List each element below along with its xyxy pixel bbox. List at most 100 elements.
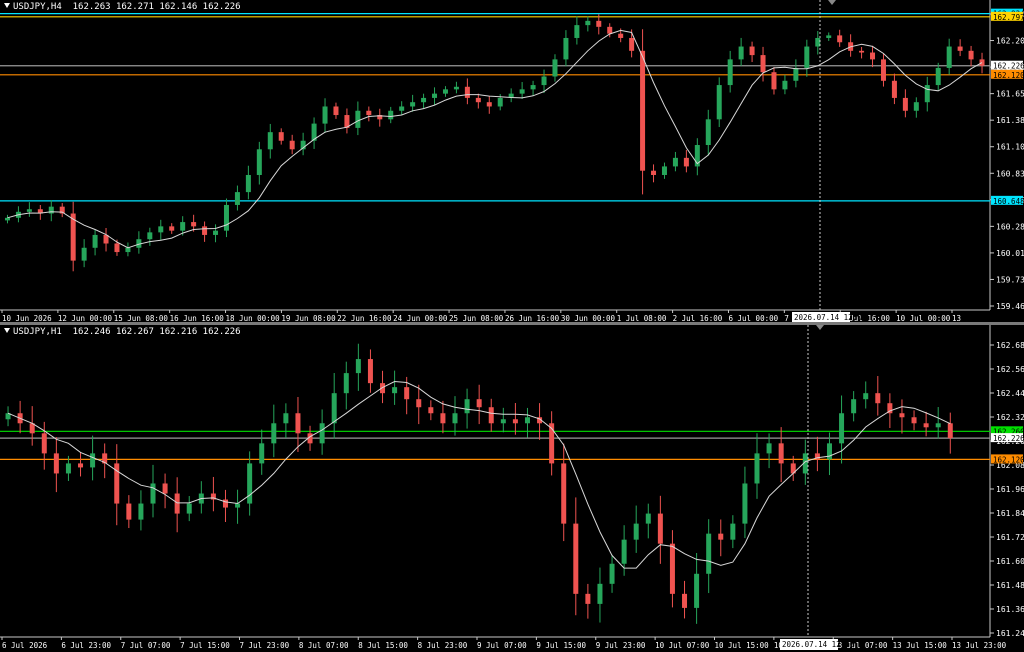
candle-body: [158, 226, 164, 233]
time-tick-label: 30 Jun 00:00: [561, 314, 616, 322]
candle-body: [957, 46, 963, 51]
candle-body: [793, 67, 799, 81]
candle-body: [574, 25, 580, 38]
candle-body: [114, 243, 120, 253]
level-price-label: 162.120: [993, 71, 1024, 80]
time-tick-label: 7 Jul 23:00: [240, 641, 290, 650]
candle-body: [742, 483, 748, 524]
dropdown-triangle-icon[interactable]: [4, 328, 10, 333]
price-tick-label: 160.010: [996, 249, 1024, 258]
candle-body: [621, 539, 627, 564]
price-tick-label: 160.830: [996, 169, 1024, 178]
candle-body: [453, 86, 459, 90]
time-tick-label: 7 Jul 07:00: [121, 641, 171, 650]
candle-body: [497, 97, 503, 107]
candle-body: [859, 50, 865, 53]
candle-body: [935, 67, 941, 86]
h1-chart[interactable]: 162.680162.560162.440162.320162.200162.0…: [0, 325, 1024, 652]
candle-body: [388, 110, 394, 120]
scroll-marker-icon: [816, 325, 824, 330]
candle-body: [186, 503, 192, 514]
cursor-time-label: 2026.07.14 12:00: [782, 640, 855, 649]
h4-symbol: USDJPY,H4: [13, 2, 62, 12]
candle-body: [295, 413, 301, 434]
candle-body: [267, 132, 273, 150]
candle-body: [541, 76, 547, 86]
candle-body: [289, 140, 295, 150]
candle-body: [629, 37, 635, 51]
candle-body: [519, 89, 525, 94]
candle-body: [428, 407, 434, 414]
time-tick-label: 10 Jul 00:00: [896, 314, 951, 322]
scroll-marker-icon: [828, 0, 836, 5]
candle-body: [92, 234, 98, 248]
candle-body: [213, 230, 219, 235]
candle-body: [486, 102, 492, 107]
candle-body: [256, 149, 262, 175]
h1-chart-panel[interactable]: 162.680162.560162.440162.320162.200162.0…: [0, 325, 1024, 652]
time-tick-label: 19 Jun 08:00: [281, 314, 336, 322]
price-tick-label: 161.240: [996, 629, 1024, 638]
time-tick-label: 6 Jul 00:00: [728, 314, 778, 322]
candle-body: [271, 423, 277, 444]
candle-body: [706, 533, 712, 574]
candle-body: [4, 217, 10, 221]
price-tick-label: 162.440: [996, 389, 1024, 398]
candle-body: [234, 192, 240, 205]
h1-chart-title: USDJPY,H1 162.246 162.267 162.216 162.22…: [4, 327, 241, 337]
candle-body: [202, 226, 208, 235]
time-tick-label: 7 Jul 15:00: [180, 641, 230, 650]
candle-body: [150, 483, 156, 504]
candle-body: [247, 463, 253, 504]
candle-body: [65, 463, 71, 474]
candle-body: [223, 204, 229, 231]
time-tick-label: 1 Jul 08:00: [617, 314, 667, 322]
candle-body: [26, 209, 32, 212]
h4-chart-panel[interactable]: 162.480162.205161.930161.655161.380161.1…: [0, 0, 1024, 322]
h1-ohlc: 162.246 162.267 162.216 162.226: [72, 327, 241, 337]
candle-body: [399, 106, 405, 111]
candle-body: [899, 413, 905, 418]
candle-body: [979, 59, 985, 66]
time-tick-label: 13 Jul 23:00: [952, 641, 1007, 650]
candle-body: [596, 20, 602, 27]
price-tick-label: 161.655: [996, 90, 1024, 99]
candle-body: [442, 89, 448, 94]
candle-body: [913, 102, 919, 111]
time-tick-label: 8 Jul 15:00: [358, 641, 408, 650]
h4-chart[interactable]: 162.480162.205161.930161.655161.380161.1…: [0, 0, 1024, 322]
price-tick-label: 161.480: [996, 581, 1024, 590]
candle-body: [782, 80, 788, 90]
candle-body: [524, 417, 530, 424]
time-tick-label: 6 Jul 23:00: [61, 641, 111, 650]
price-tick-label: 161.960: [996, 485, 1024, 494]
candle-body: [162, 483, 168, 494]
candle-body: [946, 46, 952, 68]
candle-body: [322, 106, 328, 124]
candle-body: [609, 563, 615, 584]
candle-body: [138, 503, 144, 520]
price-tick-label: 160.285: [996, 222, 1024, 231]
price-tick-label: 159.735: [996, 275, 1024, 284]
candle-body: [366, 110, 372, 116]
candle-body: [718, 533, 724, 540]
dropdown-triangle-icon[interactable]: [4, 3, 10, 8]
level-price-label: 162.226: [993, 434, 1024, 443]
candle-body: [174, 493, 180, 514]
candle-body: [669, 543, 675, 594]
price-tick-label: 162.560: [996, 365, 1024, 374]
candle-body: [682, 593, 688, 608]
candle-body: [730, 523, 736, 540]
candle-body: [738, 46, 744, 60]
time-tick-label: 2 Jul 16:00: [673, 314, 723, 322]
candle-body: [851, 399, 857, 414]
price-tick-label: 161.600: [996, 557, 1024, 566]
candle-body: [549, 423, 555, 464]
candle-body: [367, 359, 373, 384]
candle-body: [607, 26, 613, 34]
candle-body: [863, 393, 869, 400]
time-tick-label: 9 Jul 23:00: [596, 641, 646, 650]
candle-body: [935, 423, 941, 428]
candle-body: [512, 419, 518, 424]
candle-body: [169, 226, 175, 231]
